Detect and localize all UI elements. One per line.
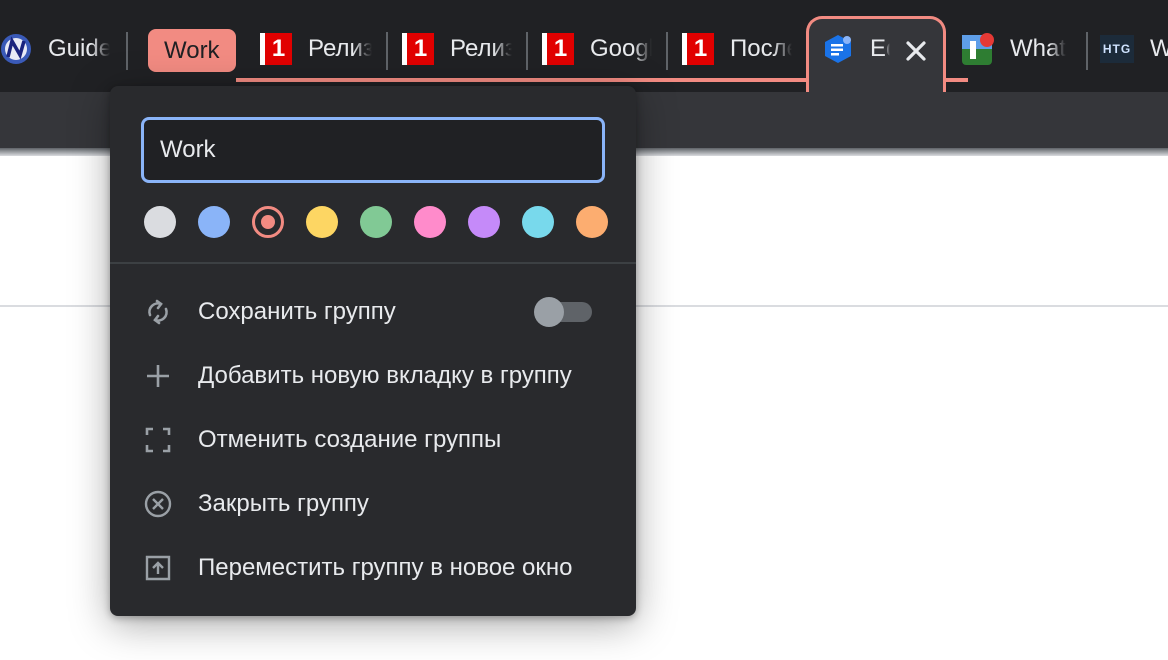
htg-icon: HTG xyxy=(1100,33,1134,65)
tab-title: Ed xyxy=(870,35,890,62)
tab-title: Google xyxy=(590,35,652,62)
tab-google[interactable]: 1 Google xyxy=(542,22,652,76)
document-badge-icon xyxy=(822,33,854,65)
color-swatch-grey[interactable] xyxy=(144,206,176,238)
color-swatch-blue[interactable] xyxy=(198,206,230,238)
group-name-input[interactable] xyxy=(141,117,605,183)
tab-title: Релиз xyxy=(308,35,372,62)
notification-app-icon xyxy=(962,33,994,65)
tab-htg[interactable]: HTG W xyxy=(1100,22,1168,76)
ungroup-label: Отменить создание группы xyxy=(198,426,502,453)
color-swatch-pink[interactable] xyxy=(414,206,446,238)
color-swatch-cyan[interactable] xyxy=(522,206,554,238)
color-swatch-purple[interactable] xyxy=(468,206,500,238)
close-group-item[interactable]: Закрыть группу xyxy=(110,472,636,536)
move-group-label: Переместить группу в новое окно xyxy=(198,554,573,581)
tab-title: После xyxy=(730,35,792,62)
tab-release-2[interactable]: 1 Релиз xyxy=(402,22,512,76)
tab-separator xyxy=(526,32,528,70)
tab-group-underline xyxy=(944,78,968,82)
save-group-toggle[interactable] xyxy=(534,297,592,327)
tab-title: W xyxy=(1150,35,1168,62)
tab-title: Релиз xyxy=(450,35,512,62)
ungroup-icon xyxy=(142,424,174,456)
tab-editor[interactable]: Ed xyxy=(822,22,890,76)
color-picker xyxy=(144,206,608,240)
save-group-item[interactable]: Сохранить группу xyxy=(110,280,636,344)
color-swatch-red[interactable] xyxy=(252,206,284,238)
tab-after[interactable]: 1 После xyxy=(682,22,792,76)
tab-release-1[interactable]: 1 Релиз xyxy=(260,22,372,76)
move-window-icon xyxy=(142,552,174,584)
move-group-item[interactable]: Переместить группу в новое окно xyxy=(110,536,636,600)
channel-one-icon: 1 xyxy=(682,33,714,65)
add-tab-label: Добавить новую вкладку в группу xyxy=(198,362,572,389)
channel-one-icon: 1 xyxy=(260,33,292,65)
channel-one-icon: 1 xyxy=(402,33,434,65)
menu-divider xyxy=(110,262,636,264)
tab-title: Guide xyxy=(48,35,110,62)
tab-separator xyxy=(126,32,128,70)
tab-close-icon[interactable] xyxy=(902,37,930,65)
tab-guide[interactable]: Guide xyxy=(0,22,110,76)
sync-icon xyxy=(142,296,174,328)
close-group-label: Закрыть группу xyxy=(198,490,369,517)
nightly-globe-icon xyxy=(0,33,32,65)
tab-separator xyxy=(386,32,388,70)
plus-icon xyxy=(142,360,174,392)
tab-whatsnew[interactable]: What xyxy=(962,22,1074,76)
add-tab-to-group-item[interactable]: Добавить новую вкладку в группу xyxy=(110,344,636,408)
tab-separator xyxy=(666,32,668,70)
tab-strip: Guide Work 1 Релиз 1 Релиз 1 Google 1 По… xyxy=(0,0,1168,92)
tab-group-underline xyxy=(236,78,808,82)
color-swatch-orange[interactable] xyxy=(576,206,608,238)
channel-one-icon: 1 xyxy=(542,33,574,65)
close-circle-icon xyxy=(142,488,174,520)
tab-title: What xyxy=(1010,35,1067,62)
ungroup-item[interactable]: Отменить создание группы xyxy=(110,408,636,472)
toggle-knob xyxy=(534,297,564,327)
selected-color-dot xyxy=(261,215,275,229)
save-group-label: Сохранить группу xyxy=(198,298,396,325)
tab-separator xyxy=(1086,32,1088,70)
tab-group-editor: Сохранить группу Добавить новую вкладку … xyxy=(110,86,636,616)
color-swatch-yellow[interactable] xyxy=(306,206,338,238)
tab-group-chip[interactable]: Work xyxy=(148,29,236,72)
color-swatch-green[interactable] xyxy=(360,206,392,238)
